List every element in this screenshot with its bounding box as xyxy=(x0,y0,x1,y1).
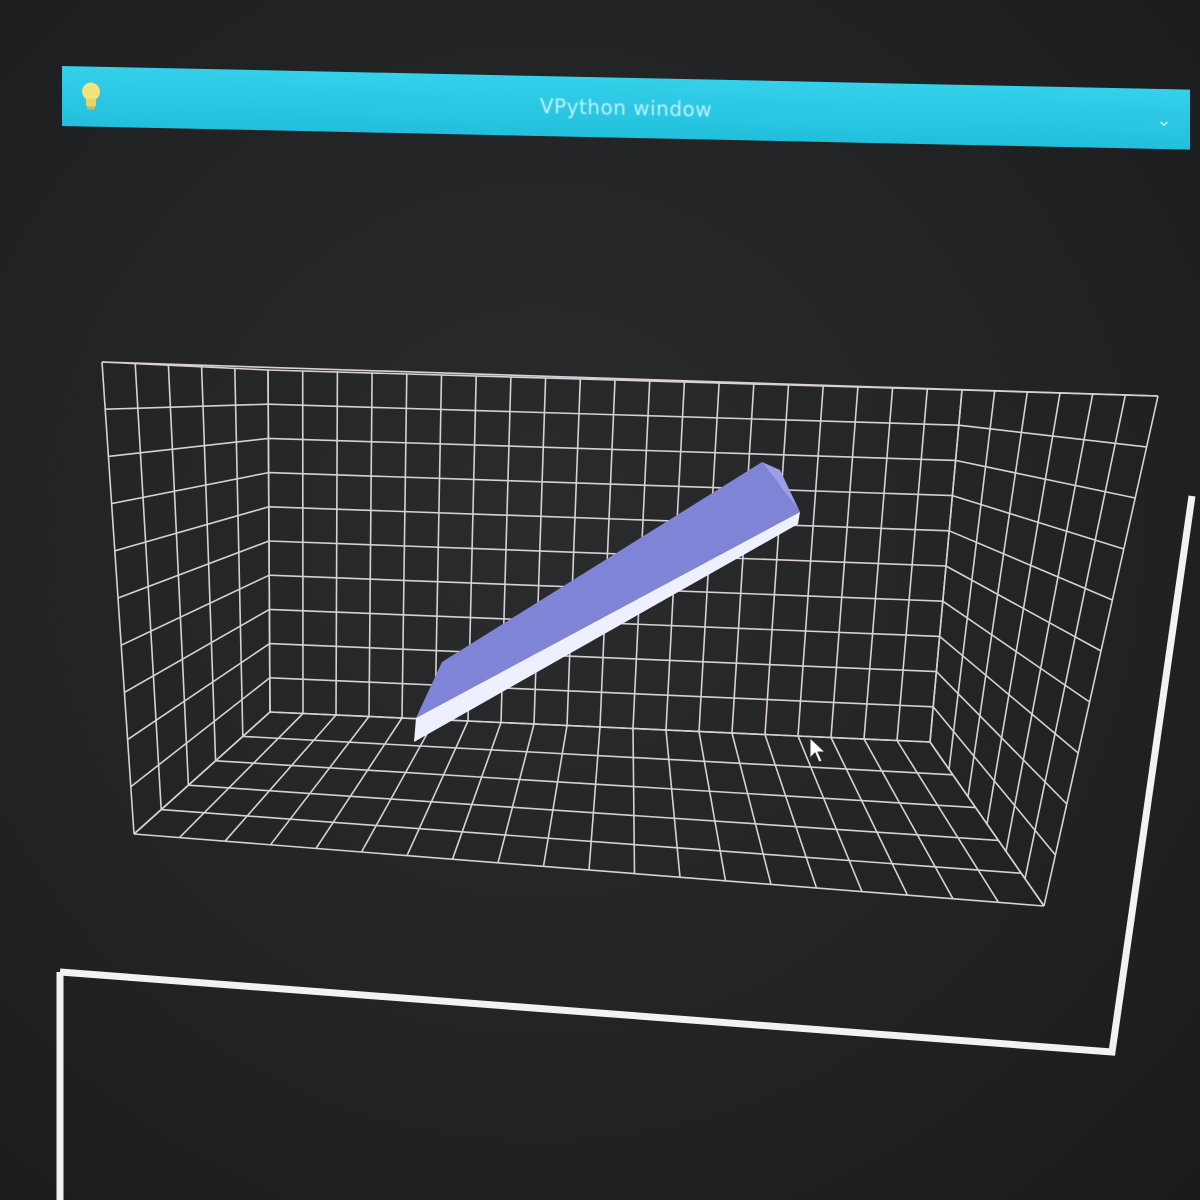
grid-line xyxy=(698,731,727,881)
grid-line xyxy=(588,726,601,871)
grid-line xyxy=(108,437,269,458)
grid-line xyxy=(111,471,269,505)
grid-line xyxy=(731,732,772,885)
grid-line xyxy=(406,720,469,856)
grid-line xyxy=(114,506,270,552)
grid-line xyxy=(863,738,954,900)
grid-line xyxy=(269,716,370,846)
grid-line xyxy=(117,540,270,599)
monitor-screen: VPython window ⌄ xyxy=(0,0,1200,1200)
grid-line xyxy=(896,740,1000,903)
grid-line xyxy=(935,671,1068,805)
grid-line xyxy=(665,729,681,878)
grid-line xyxy=(945,565,1102,652)
grid-line xyxy=(632,728,636,874)
grid-line xyxy=(127,642,271,741)
mouse-cursor-icon xyxy=(809,736,827,763)
grid-line xyxy=(124,608,270,694)
grid-line xyxy=(542,725,568,867)
tilted-bar-object xyxy=(414,462,800,742)
grid-line xyxy=(215,760,976,809)
grid-line xyxy=(133,833,1045,907)
grid-line xyxy=(120,574,270,646)
grid-line xyxy=(188,784,999,842)
wireframe-grid-box xyxy=(101,361,1159,907)
grid-line xyxy=(830,737,909,896)
grid-line xyxy=(942,600,1091,703)
grid-line xyxy=(939,635,1079,754)
grid-line xyxy=(315,717,403,849)
grid-line xyxy=(932,706,1057,856)
grid-line xyxy=(161,808,1022,874)
grid-line xyxy=(101,361,1159,397)
grid-line xyxy=(224,714,337,842)
grid-line xyxy=(497,723,535,864)
scene-canvas[interactable] xyxy=(0,0,1200,1200)
grid-line xyxy=(451,722,502,860)
grid-line xyxy=(105,403,269,410)
grid-line xyxy=(929,741,1045,907)
grid-line xyxy=(360,719,436,853)
grid-line xyxy=(130,677,271,788)
